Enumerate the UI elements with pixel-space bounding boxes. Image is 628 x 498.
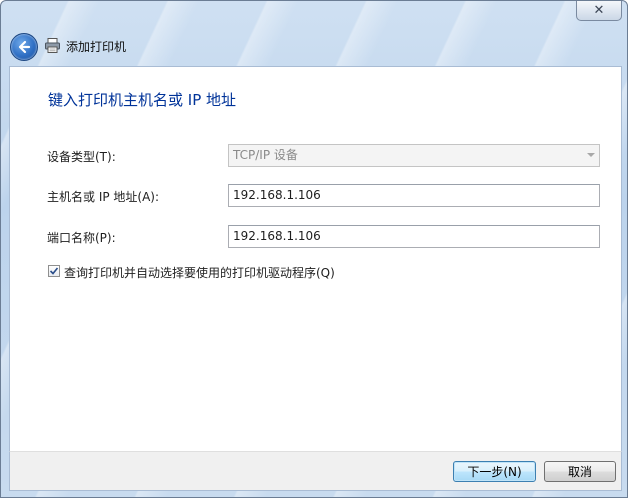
cancel-button[interactable]: 取消 bbox=[544, 461, 616, 482]
close-button[interactable]: ✕ bbox=[576, 1, 622, 21]
hostname-value: 192.168.1.106 bbox=[233, 188, 321, 202]
device-type-value: TCP/IP 设备 bbox=[233, 148, 298, 162]
add-printer-window: ✕ 添加打印机 键入打印机主机名或 IP 地址 设备类型(T): TCP/IP … bbox=[0, 0, 628, 498]
hostname-input[interactable]: 192.168.1.106 bbox=[228, 184, 600, 207]
query-driver-label[interactable]: 查询打印机并自动选择要使用的打印机驱动程序(Q) bbox=[64, 264, 335, 281]
port-name-value: 192.168.1.106 bbox=[233, 229, 321, 243]
page-heading: 键入打印机主机名或 IP 地址 bbox=[48, 91, 237, 109]
device-type-label: 设备类型(T): bbox=[47, 150, 116, 164]
printer-icon bbox=[45, 38, 60, 53]
close-icon: ✕ bbox=[593, 3, 605, 18]
query-driver-checkbox[interactable] bbox=[48, 265, 60, 277]
chevron-down-icon bbox=[587, 153, 595, 157]
content-panel: 键入打印机主机名或 IP 地址 设备类型(T): TCP/IP 设备 主机名或 … bbox=[9, 66, 622, 452]
port-name-label: 端口名称(P): bbox=[47, 231, 116, 245]
checkmark-icon bbox=[49, 267, 59, 275]
back-arrow-icon bbox=[18, 40, 31, 54]
window-title: 添加打印机 bbox=[66, 40, 127, 54]
port-name-input[interactable]: 192.168.1.106 bbox=[228, 225, 600, 248]
button-bar: 下一步(N) 取消 bbox=[9, 451, 622, 491]
hostname-label: 主机名或 IP 地址(A): bbox=[47, 190, 160, 204]
back-button[interactable] bbox=[10, 33, 38, 61]
next-button[interactable]: 下一步(N) bbox=[453, 461, 536, 482]
device-type-select: TCP/IP 设备 bbox=[228, 144, 600, 167]
